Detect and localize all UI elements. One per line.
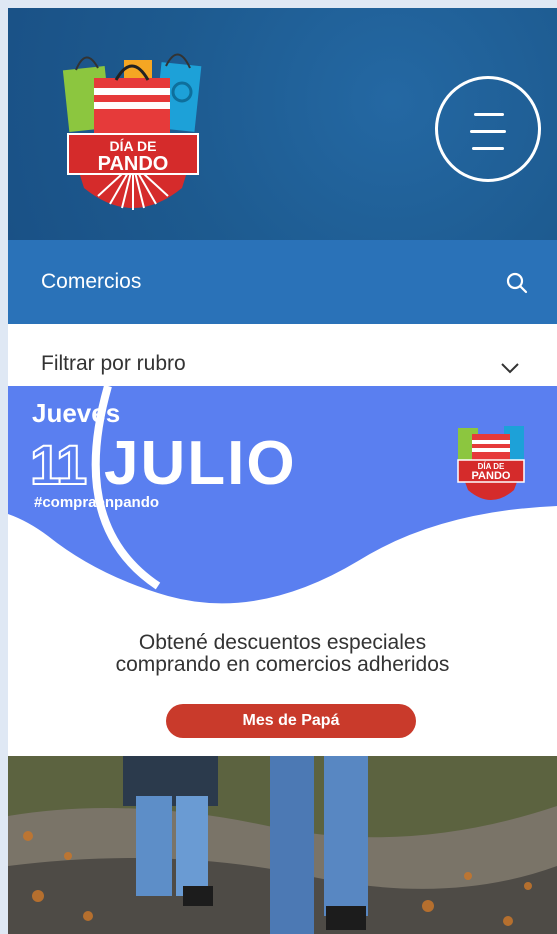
dia-de-pando-logo[interactable]: DÍA DE PANDO xyxy=(58,38,208,218)
app-frame: DÍA DE PANDO Comercios Filtrar por rubro… xyxy=(8,8,557,934)
banner-description: Obtené descuentos especiales comprando e… xyxy=(8,632,557,676)
banner-description-line2: comprando en comercios adheridos xyxy=(115,653,450,676)
search-bar[interactable]: Comercios xyxy=(8,240,557,324)
mes-de-papa-button[interactable]: Mes de Papá xyxy=(166,704,416,738)
banner-description-line1: Obtené descuentos especiales xyxy=(138,631,427,654)
search-icon[interactable] xyxy=(504,270,530,296)
banner-month: JULIO xyxy=(104,429,297,498)
banner-weekday: Jueves xyxy=(32,398,121,428)
banner-hashtag: #compraenpando xyxy=(34,494,160,511)
hamburger-menu-icon xyxy=(474,113,504,116)
menu-button[interactable] xyxy=(435,76,541,182)
father-and-child-walking-photo xyxy=(8,756,557,934)
filter-label: Filtrar por rubro xyxy=(41,352,186,375)
chevron-down-icon xyxy=(501,363,519,374)
site-header: DÍA DE PANDO xyxy=(8,8,557,240)
filter-by-category-dropdown[interactable]: Filtrar por rubro xyxy=(8,324,557,386)
banner-logo-line2: PANDO xyxy=(472,470,511,482)
search-label: Comercios xyxy=(41,270,142,293)
logo-text-line1: DÍA DE xyxy=(110,138,157,154)
banner-day: 11 xyxy=(29,432,88,497)
promo-banner[interactable]: Jueves 11 JULIO #compraenpando DÍA DE PA… xyxy=(8,386,557,756)
banner-logo: DÍA DE PANDO xyxy=(457,426,525,500)
logo-text-line2: PANDO xyxy=(98,153,169,175)
